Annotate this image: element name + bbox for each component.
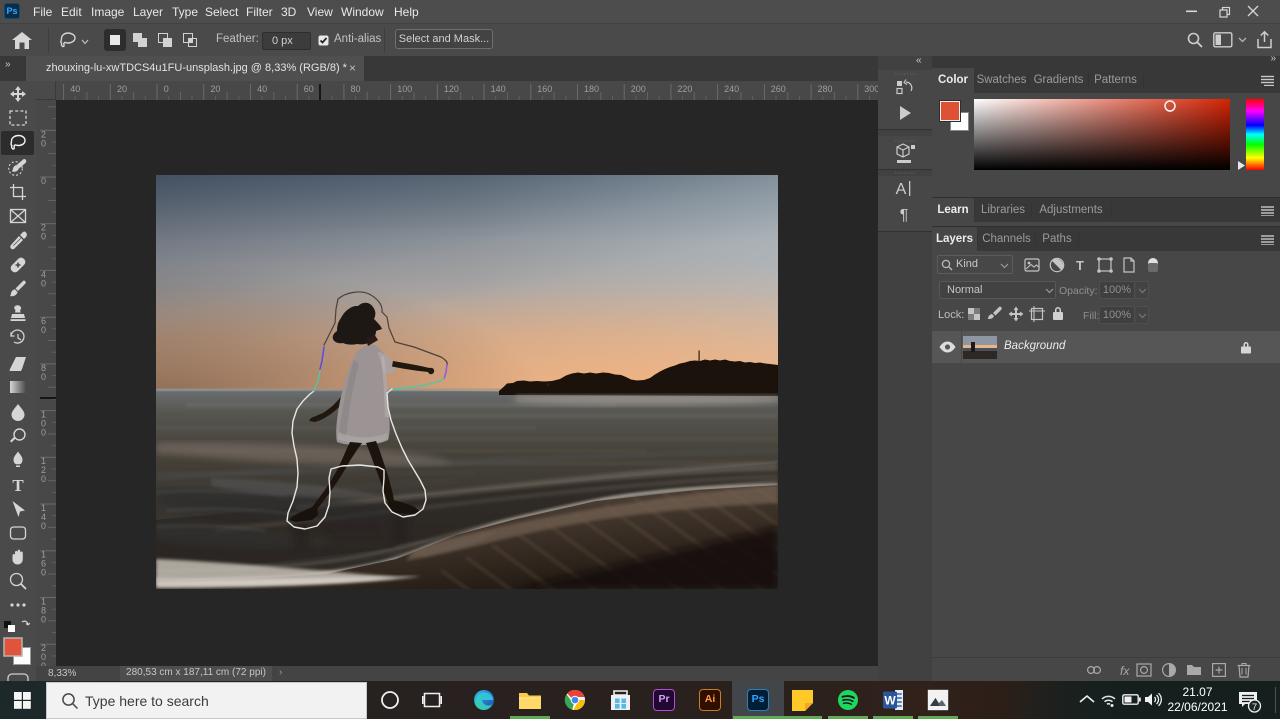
svg-text:0: 0: [164, 84, 169, 94]
svg-text:220: 220: [677, 84, 692, 94]
svg-text:40: 40: [257, 84, 267, 94]
svg-text:140: 140: [491, 84, 506, 94]
svg-text:0: 0: [41, 100, 46, 102]
svg-text:0: 0: [41, 614, 46, 624]
svg-text:300: 300: [864, 84, 878, 94]
svg-text:fx: fx: [1120, 664, 1130, 678]
svg-text:40: 40: [70, 84, 80, 94]
svg-text:T: T: [1076, 258, 1084, 273]
svg-text:¶: ¶: [900, 207, 909, 224]
svg-text:0: 0: [41, 278, 46, 288]
svg-text:0: 0: [41, 428, 46, 438]
svg-text:0: 0: [41, 232, 46, 242]
svg-text:280: 280: [818, 84, 833, 94]
svg-text:0: 0: [41, 474, 46, 484]
svg-text:0: 0: [41, 138, 46, 148]
svg-text:0: 0: [41, 325, 46, 335]
svg-text:200: 200: [631, 84, 646, 94]
svg-text:80: 80: [351, 84, 361, 94]
svg-text:160: 160: [537, 84, 552, 94]
svg-text:180: 180: [584, 84, 599, 94]
svg-text:0: 0: [41, 568, 46, 578]
svg-text:A: A: [896, 181, 907, 198]
svg-text:260: 260: [771, 84, 786, 94]
svg-text:W: W: [884, 694, 896, 708]
svg-text:20: 20: [210, 84, 220, 94]
svg-text:240: 240: [724, 84, 739, 94]
svg-text:T: T: [12, 476, 24, 495]
svg-text:20: 20: [117, 84, 127, 94]
svg-text:100: 100: [397, 84, 412, 94]
svg-text:0: 0: [41, 521, 46, 531]
svg-text:0: 0: [41, 372, 46, 382]
svg-text:120: 120: [444, 84, 459, 94]
svg-text:7: 7: [1252, 702, 1257, 713]
svg-text:0: 0: [41, 176, 46, 186]
svg-text:60: 60: [304, 84, 314, 94]
